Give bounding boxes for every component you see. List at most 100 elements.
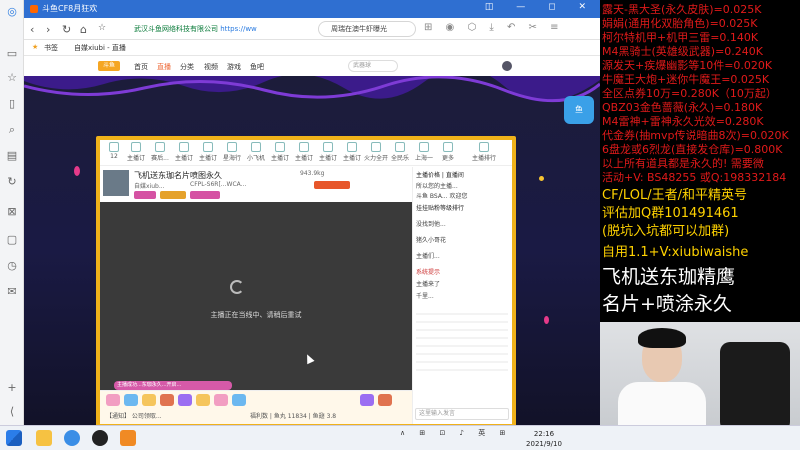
toolbar-icons[interactable]: ⊞ ◉ ⬡ ⤓ ↶ ✂ ≡ xyxy=(424,22,563,33)
badge xyxy=(190,191,220,199)
bookmark-item[interactable]: 自媒xiubi - 直播 xyxy=(74,43,126,53)
activity-item[interactable]: 主播订 xyxy=(316,142,340,162)
gift-bar: 主播成功...东珈永久...开启... 【通知】 公司领取... 福利数 | 鱼… xyxy=(100,381,412,424)
chat-icon[interactable]: ▢ xyxy=(4,232,20,248)
activity-item[interactable]: 12 xyxy=(102,142,126,160)
douyu-search-input[interactable]: 武器球 xyxy=(348,60,398,72)
overlay-big-line: 飞机送东珈精鹰 xyxy=(602,266,736,288)
nav-item[interactable]: 视频 xyxy=(204,62,218,72)
nav-item[interactable]: 首页 xyxy=(134,62,148,72)
confetti-deco xyxy=(544,316,549,324)
activity-item[interactable]: 更多 xyxy=(436,142,460,162)
user-avatar[interactable] xyxy=(502,61,512,71)
offline-message: 主播正在当线中、请稍后重试 xyxy=(210,311,302,319)
bookmark-bar: ★ 书签 自媒xiubi - 直播 xyxy=(24,40,600,56)
activity-item[interactable]: 主播订 xyxy=(292,142,316,162)
star-icon[interactable]: ☆ xyxy=(4,70,20,86)
room-title: 飞机送东珈名片喷图永久 xyxy=(134,171,222,180)
note-icon[interactable]: ▤ xyxy=(4,148,20,164)
activity-item[interactable]: 主播订 xyxy=(268,142,292,162)
nav-item[interactable]: 分类 xyxy=(180,62,194,72)
taskbar-app-icon[interactable] xyxy=(120,430,136,446)
clock[interactable]: 22:16 2021/9/10 xyxy=(524,429,564,449)
gift-icon[interactable] xyxy=(196,394,210,406)
stream-room: 12 主播订 赛后... 主播订 主播订 星海行 小飞机 主播订 主播订 主播订… xyxy=(100,140,512,424)
rank-title[interactable]: 挂挂贴粉等级排行 xyxy=(416,203,464,212)
window-controls[interactable]: ◫ — ◻ ✕ xyxy=(485,2,596,12)
start-menu-icon[interactable] xyxy=(6,430,22,446)
gift-icon[interactable] xyxy=(214,394,228,406)
chat-input[interactable]: 这里输入发言 xyxy=(415,408,509,420)
sync-icon[interactable]: ↻ xyxy=(4,174,20,190)
tab-title: 斗鱼CF8月狂欢 xyxy=(42,4,98,13)
douyu-logo[interactable]: 斗鱼 xyxy=(98,61,120,71)
search-icon[interactable]: ⌕ xyxy=(4,122,20,138)
overlay-yellow-line: CF/LOL/王者/和平精英号 xyxy=(602,188,747,203)
system-tray[interactable]: ∧ ⊞ ⊡ ♪ 英 ⊞ xyxy=(400,428,511,438)
clock-date: 2021/9/10 xyxy=(526,440,562,448)
gift-banner[interactable]: 主播成功...东珈永久...开启... xyxy=(114,381,232,390)
gift-icon[interactable] xyxy=(160,394,174,406)
forward-icon[interactable]: › xyxy=(46,23,50,36)
sidebar-collapse-icon[interactable]: ▭ xyxy=(4,46,20,62)
room-activity-bar: 12 主播订 赛后... 主播订 主播订 星海行 小飞机 主播订 主播订 主播订… xyxy=(100,140,512,166)
url-site-label: 武汉斗鱼网络科技有限公司 xyxy=(134,25,218,33)
refresh-icon[interactable]: ↻ xyxy=(62,23,71,36)
windows-taskbar: ∧ ⊞ ⊡ ♪ 英 ⊞ 22:16 2021/9/10 xyxy=(0,425,800,450)
confetti-deco xyxy=(539,176,544,181)
activity-item[interactable]: 主播订 xyxy=(172,142,196,162)
gift-icon[interactable] xyxy=(124,394,138,406)
nav-item[interactable]: 鱼吧 xyxy=(250,62,264,72)
douyu-header: 斗鱼 首页 直播 分类 视频 游戏 鱼吧 武器球 xyxy=(24,56,600,76)
activity-item[interactable]: 主播订 xyxy=(196,142,220,162)
cart-icon[interactable]: ⊠ xyxy=(4,204,20,220)
loading-spinner-icon xyxy=(230,280,244,294)
bookmark-star-icon[interactable]: ☆ xyxy=(98,23,106,33)
taskbar-app-icon[interactable] xyxy=(36,430,52,446)
streamer-name[interactable]: 自媒xiub... xyxy=(134,181,165,190)
gift-icon[interactable] xyxy=(378,394,392,406)
nav-item-active[interactable]: 直播 xyxy=(157,62,171,72)
activity-item[interactable]: 赛后... xyxy=(148,142,172,162)
add-icon[interactable]: + xyxy=(4,380,20,396)
overlay-big-line: 名片+喷涂永久 xyxy=(602,293,732,315)
activity-item[interactable]: 小飞机 xyxy=(244,142,268,162)
browser-window: 斗鱼CF8月狂欢 ◫ — ◻ ✕ ‹ › ↻ ⌂ ☆ 武汉斗鱼网络科技有限公司 … xyxy=(24,0,600,425)
gift-icon[interactable] xyxy=(178,394,192,406)
activity-item[interactable]: 主播订 xyxy=(124,142,148,162)
activity-item[interactable]: 全民乐 xyxy=(388,142,412,162)
follow-button[interactable] xyxy=(314,181,350,189)
gift-icon[interactable] xyxy=(142,394,156,406)
activity-item[interactable]: 主播订 xyxy=(340,142,364,162)
home-icon[interactable]: ⌂ xyxy=(80,23,87,36)
video-player[interactable]: 主播正在当线中、请稍后重试 xyxy=(100,202,412,390)
activity-item[interactable]: 星海行 xyxy=(220,142,244,162)
browser-taskbar-icon[interactable] xyxy=(64,430,80,446)
overlay-yellow-line: (脱坑入坑都可以加群) xyxy=(602,224,730,239)
activity-item[interactable]: 上海一 xyxy=(412,142,436,162)
mail-icon[interactable]: ✉ xyxy=(4,284,20,300)
stream-overlay-text: 露天-黑大圣(永久皮肤)=0.025K 娟娟(通用化双胎角色)=0.025K 柯… xyxy=(600,0,800,322)
clock-icon[interactable]: ◷ xyxy=(4,258,20,274)
system-notice: 系统提示 xyxy=(416,269,441,276)
gift-icon[interactable] xyxy=(360,394,374,406)
url-text: https://ww xyxy=(220,25,257,33)
search-box[interactable]: 周瑞在澳牛虾曝光 xyxy=(318,21,416,37)
back-icon[interactable]: ‹ xyxy=(30,23,34,36)
activity-item[interactable]: 主播排行 xyxy=(460,142,508,162)
tab-bar: 斗鱼CF8月狂欢 ◫ — ◻ ✕ xyxy=(24,0,600,18)
collapse-panel-icon[interactable]: ⟨ xyxy=(4,404,20,420)
bookmarks-label[interactable]: 书签 xyxy=(44,43,58,53)
streamer-avatar[interactable] xyxy=(103,170,129,196)
nav-item[interactable]: 游戏 xyxy=(227,62,241,72)
gift-icon[interactable] xyxy=(106,394,120,406)
badge xyxy=(160,191,186,199)
url-field[interactable]: 武汉斗鱼网络科技有限公司 https://ww xyxy=(122,21,312,37)
tab-douyu[interactable]: 斗鱼CF8月狂欢 xyxy=(30,3,97,15)
chat-scroll-area[interactable] xyxy=(416,307,508,377)
book-icon[interactable]: ▯ xyxy=(4,96,20,112)
browser-logo-icon[interactable]: ◎ xyxy=(4,4,20,20)
gift-icon[interactable] xyxy=(232,394,246,406)
activity-item[interactable]: 火力全开 xyxy=(364,142,388,162)
obs-taskbar-icon[interactable] xyxy=(92,430,108,446)
